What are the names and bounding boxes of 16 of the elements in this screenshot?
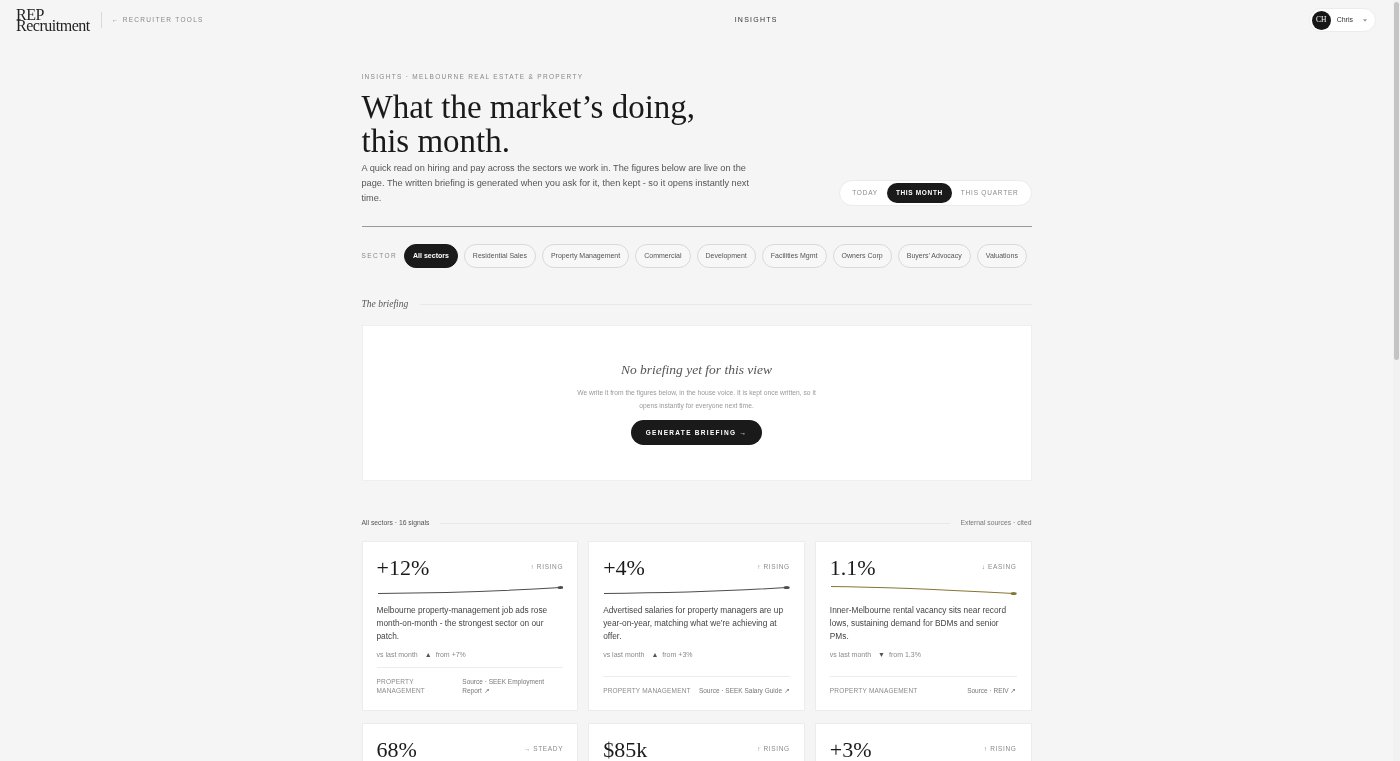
signal-value: +12%: [376, 557, 430, 580]
signal-description: Advertised salaries for property managers are up year-on-year, matching what we’re achieving at offer.: [603, 604, 784, 644]
signal-value: 68%: [376, 739, 417, 761]
intro-description: A quick read on hiring and pay across the sectors we work in. The figures below are live on the page. The written briefing is generated when you ask for it, then kept - so it opens instantly next time.: [361, 162, 750, 205]
signal-value: $85k: [603, 739, 648, 761]
section-heading: The briefing: [361, 298, 409, 311]
signal-description: Melbourne property-management job ads rose month-on-month - the strongest sector on our patch.: [376, 604, 549, 644]
signal-description: Inner-Melbourne rental vacancy sits near record lows, sustaining demand for BDMs and senior PMs.: [829, 604, 1007, 644]
signal-value: +4%: [603, 557, 645, 580]
empty-state-title: No briefing yet for this view: [620, 361, 773, 380]
scrollbar-thumb[interactable]: [1394, 2, 1399, 360]
page-heading: What the market’s doing, this month.: [361, 90, 697, 158]
signal-value: +3%: [829, 739, 872, 761]
logo-wordmark[interactable]: REP Recruitment: [16, 8, 90, 32]
caret-icon: [1363, 18, 1367, 22]
signal-value: 1.1%: [829, 557, 876, 580]
